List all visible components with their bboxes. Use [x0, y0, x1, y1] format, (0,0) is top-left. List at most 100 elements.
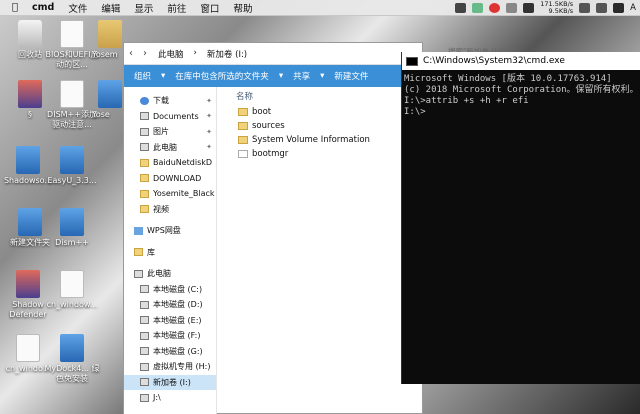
desktop-label: EasyU_3.3... — [47, 176, 97, 185]
nav-item-videos[interactable]: 视频 — [124, 202, 216, 218]
desktop-label: Dism++ — [55, 238, 89, 247]
breadcrumb-pc[interactable]: 此电脑 — [158, 48, 184, 60]
file-name: System Volume Information — [252, 135, 370, 145]
cmd-window[interactable]: C:\Windows\System32\cmd.exe Microsoft Wi… — [401, 52, 640, 384]
drive-icon — [140, 316, 149, 325]
folder-icon — [140, 174, 149, 183]
library-icon — [134, 248, 143, 257]
nav-item-drive-h[interactable]: 虚拟机专用 (H:) — [124, 359, 216, 375]
navigation-pane: 下载 ✦ Documents ✦ 图片 ✦ 此电脑 ✦ BaiduNetdiskD DO… — [124, 87, 217, 414]
record-icon[interactable] — [489, 3, 501, 13]
share-button[interactable]: 共享 — [293, 70, 310, 82]
desktop-label: 回收站 — [18, 50, 42, 59]
menu-view[interactable]: 显示 — [134, 1, 153, 15]
nav-label: 此电脑 — [147, 269, 171, 279]
file-row-bootmgr[interactable]: bootmgr — [220, 147, 424, 161]
nav-item-wps[interactable]: WPS网盘 — [124, 223, 216, 239]
disc-image-icon — [16, 334, 40, 362]
desktop-label: DISM++添加驱动注意... — [47, 110, 97, 129]
organize-button[interactable]: 组织 — [134, 70, 151, 82]
new-folder-button[interactable]: 新建文件 — [334, 70, 368, 82]
cloud-icon — [134, 226, 143, 235]
nav-item-libraries[interactable]: 库 — [124, 245, 216, 261]
apple-menu-icon[interactable]:  — [12, 2, 18, 13]
folder-icon — [238, 122, 248, 130]
cmd-title: C:\Windows\System32\cmd.exe — [423, 56, 565, 66]
net-down: 9.5KB/s — [548, 7, 574, 15]
nav-item-yosemite-black[interactable]: Yosemite_Black — [124, 186, 216, 202]
cmd-console[interactable]: Microsoft Windows [版本 10.0.17763.914] (c)… — [402, 70, 640, 118]
archive-icon — [18, 208, 42, 236]
menu-go[interactable]: 前往 — [167, 1, 186, 15]
network-speed: 171.5KB/s 9.5KB/s — [540, 1, 573, 15]
app-menu[interactable]: cmd — [32, 2, 54, 13]
nav-item-drive-g[interactable]: 本地磁盘 (G:) — [124, 344, 216, 360]
cmd-title-bar[interactable]: C:\Windows\System32\cmd.exe — [402, 52, 640, 70]
breadcrumb[interactable]: 此电脑 › 新加卷 (I:) — [158, 48, 247, 60]
trash-icon — [18, 20, 42, 48]
nav-item-drive-d[interactable]: 本地磁盘 (D:) — [124, 297, 216, 313]
menu-edit[interactable]: 编辑 — [101, 1, 120, 15]
nav-label: 本地磁盘 (G:) — [153, 346, 203, 356]
desktop-icon-dism[interactable]: Dism++ — [44, 208, 100, 248]
menu-window[interactable]: 窗口 — [200, 1, 219, 15]
nav-label: 本地磁盘 (E:) — [153, 315, 202, 325]
input-source[interactable]: A — [630, 3, 636, 13]
disc-image-icon — [60, 270, 84, 298]
menu-help[interactable]: 帮助 — [233, 1, 252, 15]
drive-icon — [140, 285, 149, 294]
folder-icon — [98, 80, 122, 108]
nav-item-drive-e[interactable]: 本地磁盘 (E:) — [124, 313, 216, 329]
menu-bar:  cmd 文件 编辑 显示 前往 窗口 帮助 171.5KB/s 9.5KB/… — [0, 0, 640, 16]
command-bar: 组织 ▾ 在库中包含所选的文件夹 ▾ 共享 ▾ 新建文件 — [124, 65, 422, 87]
file-name: sources — [252, 121, 285, 131]
archive-icon — [60, 208, 84, 236]
file-row-system-volume[interactable]: System Volume Information — [220, 133, 424, 147]
screen-icon[interactable] — [506, 3, 518, 13]
nav-item-pictures[interactable]: 图片 ✦ — [124, 124, 216, 140]
menu-file[interactable]: 文件 — [68, 1, 87, 15]
pin-icon: ✦ — [206, 96, 212, 105]
volume-icon[interactable] — [596, 3, 608, 13]
nav-label: 此电脑 — [153, 142, 177, 152]
share-arrow-icon: ▾ — [320, 71, 325, 81]
forward-icon[interactable]: › — [138, 48, 152, 59]
leaf-icon[interactable] — [472, 3, 484, 13]
nav-item-drive-j[interactable]: J:\ — [124, 390, 216, 406]
nav-label: J:\ — [153, 393, 161, 403]
wifi-icon[interactable] — [579, 3, 591, 13]
back-icon[interactable]: ‹ — [124, 48, 138, 59]
nav-item-downloads[interactable]: 下载 ✦ — [124, 93, 216, 109]
battery-icon[interactable] — [613, 3, 625, 13]
nav-item-drive-f[interactable]: 本地磁盘 (F:) — [124, 328, 216, 344]
desktop-icon-easyu[interactable]: EasyU_3.3... — [44, 146, 100, 186]
console-line: Microsoft Windows [版本 10.0.17763.914] — [404, 74, 612, 84]
include-arrow-icon: ▾ — [278, 71, 284, 81]
cmd-icon — [406, 56, 418, 66]
nav-label: 新加卷 (I:) — [153, 377, 191, 387]
nav-item-documents[interactable]: Documents ✦ — [124, 109, 216, 125]
nav-item-download-folder[interactable]: DOWNLOAD — [124, 171, 216, 187]
shield-icon — [16, 270, 40, 298]
desktop-icon-cn-windows-1[interactable]: cn_window... — [44, 270, 100, 310]
nav-item-this-pc-quick[interactable]: 此电脑 ✦ — [124, 140, 216, 156]
sogou-icon[interactable] — [455, 3, 467, 13]
terminal-icon[interactable] — [523, 3, 535, 13]
file-row-sources[interactable]: sources — [220, 119, 424, 133]
breadcrumb-drive[interactable]: 新加卷 (I:) — [207, 48, 247, 60]
console-line: I:\>attrib +s +h +r efi — [404, 96, 529, 106]
drive-icon — [140, 393, 149, 402]
organize-arrow-icon: ▾ — [161, 71, 166, 81]
column-header-name[interactable]: 名称 — [220, 87, 424, 105]
include-library-button[interactable]: 在库中包含所选的文件夹 — [175, 70, 269, 82]
nav-item-drive-i[interactable]: 新加卷 (I:) — [124, 374, 216, 390]
archive-icon — [60, 146, 84, 174]
desktop-icon-mydock[interactable]: MyDock4... 绿色免安装 — [44, 334, 100, 384]
nav-item-this-pc[interactable]: 此电脑 — [124, 266, 216, 282]
file-row-boot[interactable]: boot — [220, 105, 424, 119]
nav-item-drive-c[interactable]: 本地磁盘 (C:) — [124, 282, 216, 298]
nav-label: 本地磁盘 (D:) — [153, 300, 203, 310]
nav-label: 本地磁盘 (C:) — [153, 284, 203, 294]
nav-label: Documents — [153, 111, 199, 121]
nav-item-baidunetdisk[interactable]: BaiduNetdiskD — [124, 155, 216, 171]
